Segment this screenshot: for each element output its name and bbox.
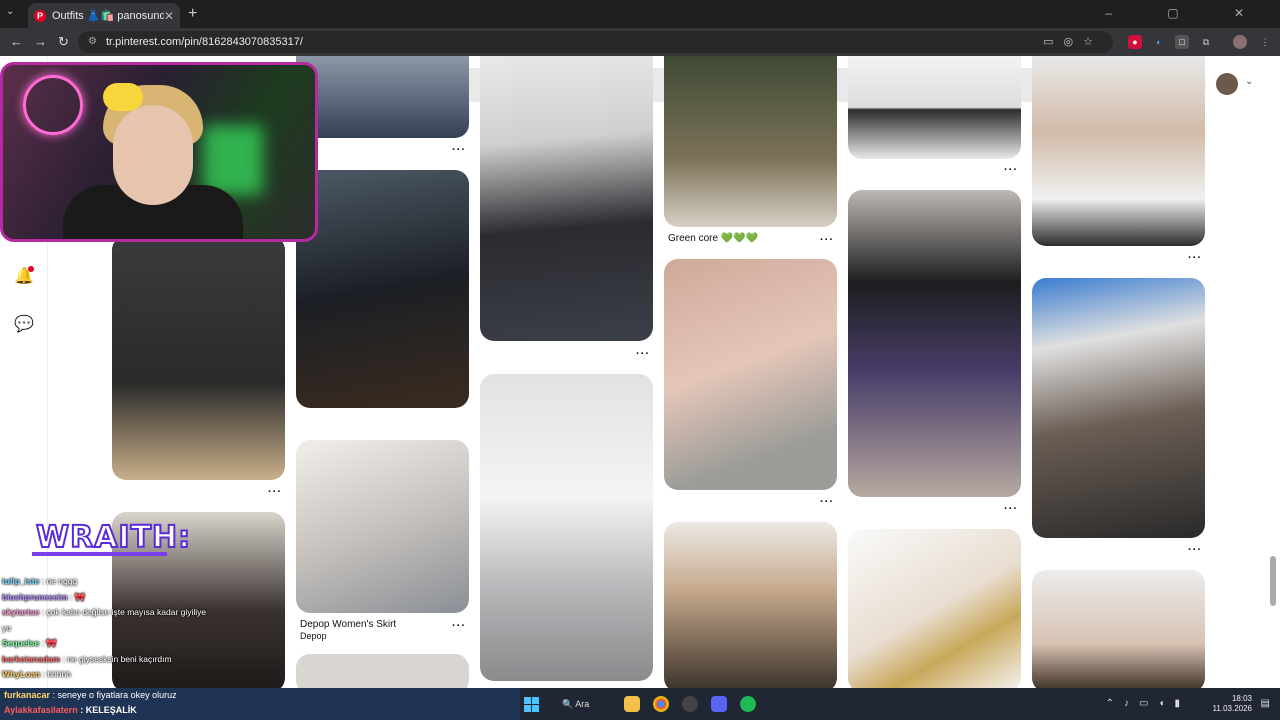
file-explorer-icon[interactable] (624, 696, 640, 712)
chat-message: skytartse : çok kalın değilse işte mayıs… (2, 607, 207, 633)
browser-toolbar: ← → ↻ ⚙ tr.pinterest.com/pin/81628430708… (0, 28, 1280, 56)
pin-card[interactable] (296, 654, 469, 688)
extension-red-icon[interactable]: ● (1128, 35, 1142, 49)
pin-more-icon[interactable]: ··· (268, 486, 282, 498)
tab-search-button[interactable]: ⌄ (6, 6, 14, 17)
chat-message: barkotanadam : ne giysesksin beni kaçırd… (2, 653, 172, 664)
messages-icon[interactable]: 💬 (14, 314, 34, 334)
pin-title: Green core 💚💚💚 (668, 233, 759, 244)
taskbar-search[interactable]: 🔍 Ara (562, 694, 610, 714)
extension-audio-icon[interactable]: ◖ (1151, 35, 1165, 49)
stream-chat: tulip_iste : ne nggg blushpruneseim : 🎀 … (2, 574, 212, 683)
chat-message: WhyLoan : hhhhh (2, 669, 71, 679)
pin-more-icon[interactable]: ··· (820, 234, 834, 246)
address-bar[interactable]: ⚙ tr.pinterest.com/pin/8162843070835317/… (78, 31, 1113, 53)
chrome-icon[interactable] (653, 696, 669, 712)
start-icon[interactable] (524, 697, 539, 712)
tab-title: Outfits 👗🛍️ panosundaki Pin (52, 10, 164, 22)
close-tab-icon[interactable]: ✕ (164, 9, 174, 23)
spotify-icon[interactable] (740, 696, 756, 712)
pin-more-icon[interactable]: ··· (1004, 164, 1018, 176)
window-controls[interactable]: – ▢ ✕ (1105, 6, 1270, 20)
pin-more-icon[interactable]: ··· (636, 348, 650, 360)
account-chevron-down-icon[interactable]: ⌄ (1245, 76, 1253, 87)
omnibox-actions-icon[interactable]: ▭◎☆ (1043, 31, 1103, 53)
back-icon[interactable]: ← (10, 34, 23, 49)
url-text: tr.pinterest.com/pin/8162843070835317/ (106, 36, 303, 48)
user-avatar[interactable] (1216, 73, 1238, 95)
tab-active[interactable]: P Outfits 👗🛍️ panosundaki Pin ✕ (28, 3, 180, 28)
extensions-puzzle-icon[interactable]: ⧉ (1199, 35, 1213, 49)
extension-icon[interactable]: □ (1175, 35, 1189, 49)
pin-card[interactable] (664, 522, 837, 688)
pin-card[interactable] (480, 374, 653, 681)
pinterest-icon: P (34, 9, 46, 22)
pin-card[interactable] (848, 529, 1021, 688)
background-light (203, 125, 263, 195)
webcam-overlay (0, 62, 318, 242)
pin-card[interactable] (664, 56, 837, 227)
chat-message: furkanacar : seneye o fiyatlara okey olu… (4, 690, 177, 700)
chat-message: Sequelse : 🎀 (2, 638, 57, 648)
plush-toy (103, 83, 143, 111)
pin-card[interactable] (848, 56, 1021, 159)
streamer-face (113, 105, 193, 205)
profile-avatar-icon[interactable] (1233, 35, 1247, 49)
pin-card[interactable] (296, 440, 469, 613)
pin-card[interactable] (1032, 56, 1205, 246)
page-scrollbar[interactable] (1270, 556, 1276, 606)
reload-icon[interactable]: ↻ (58, 34, 69, 50)
chat-message: Aylakkafasilatern : KELEŞALİK (4, 705, 137, 715)
pin-card[interactable] (848, 190, 1021, 497)
pin-card[interactable] (480, 56, 653, 341)
neon-sign (23, 75, 83, 135)
pin-more-icon[interactable]: ··· (820, 496, 834, 508)
discord-icon[interactable] (711, 696, 727, 712)
notification-dot (28, 266, 34, 272)
pin-card[interactable] (1032, 570, 1205, 688)
pin-card[interactable] (664, 259, 837, 490)
pin-title: Depop Women's Skirt (300, 619, 397, 630)
pin-card[interactable] (296, 56, 469, 138)
forward-icon[interactable]: → (34, 34, 47, 49)
system-tray-icons[interactable]: ⌃♪▭◖▮ (1106, 698, 1190, 709)
notifications-icon[interactable]: ▤ (1261, 698, 1270, 709)
chat-message: tulip_iste : ne nggg (2, 576, 78, 586)
notifications-bell-icon[interactable]: 🔔 (14, 266, 34, 286)
pin-more-icon[interactable]: ··· (452, 620, 466, 632)
pin-card[interactable] (296, 170, 469, 408)
pin-more-icon[interactable]: ··· (452, 144, 466, 156)
overlay-underline (32, 552, 167, 556)
browser-titlebar: ⌄ P Outfits 👗🛍️ panosundaki Pin ✕ + – ▢ … (0, 0, 1280, 28)
chat-message: blushpruneseim : 🎀 (2, 591, 86, 602)
bottom-chat-overlay: furkanacar : seneye o fiyatlara okey olu… (0, 688, 520, 720)
pin-card[interactable] (1032, 278, 1205, 538)
pin-more-icon[interactable]: ··· (1188, 544, 1202, 556)
site-info-icon[interactable]: ⚙ (88, 31, 97, 53)
pin-card[interactable] (112, 236, 285, 480)
pin-subtitle: Depop (300, 631, 327, 641)
obs-icon[interactable] (682, 696, 698, 712)
overlay-title: WRAITH: (35, 519, 192, 556)
pin-more-icon[interactable]: ··· (1004, 503, 1018, 515)
browser-menu-icon[interactable]: ⋮ (1258, 35, 1272, 49)
taskbar-clock[interactable]: 18:03 11.03.2026 (1213, 694, 1252, 714)
pin-more-icon[interactable]: ··· (1188, 252, 1202, 264)
new-tab-button[interactable]: + (188, 5, 197, 23)
